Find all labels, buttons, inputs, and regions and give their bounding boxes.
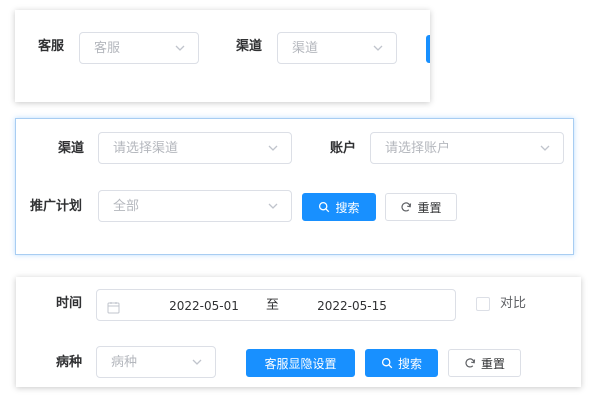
refresh-icon: [401, 202, 412, 212]
search-button[interactable]: 搜索: [365, 349, 438, 377]
filter-panel-2: 渠道 请选择渠道 账户 请选择账户 推广计划 全部 搜索 重置: [15, 118, 574, 255]
search-button[interactable]: 搜索: [302, 193, 376, 221]
channel-label: 渠道: [236, 39, 263, 54]
refresh-icon: [465, 358, 476, 368]
compare-checkbox[interactable]: [476, 297, 490, 311]
channel-select-placeholder: 渠道: [292, 41, 319, 56]
disease-select[interactable]: 病种: [96, 346, 216, 378]
chevron-down-icon: [267, 200, 279, 212]
channel-label: 渠道: [58, 141, 85, 156]
search-icon: [319, 201, 330, 213]
reset-button[interactable]: 重置: [385, 193, 457, 221]
date-range-picker[interactable]: 2022-05-01 至 2022-05-15: [96, 289, 456, 321]
chevron-down-icon: [174, 42, 186, 54]
promotion-plan-value: 全部: [113, 199, 140, 214]
promotion-plan-label: 推广计划: [30, 199, 83, 214]
chevron-down-icon: [372, 42, 384, 54]
compare-label[interactable]: 对比: [500, 295, 526, 313]
filter-panel-1: 客服 客服 渠道 渠道: [15, 10, 430, 102]
account-label: 账户: [330, 141, 357, 156]
date-range-separator: 至: [266, 298, 280, 313]
date-end-input[interactable]: 2022-05-15: [307, 297, 397, 315]
reset-button[interactable]: 重置: [448, 349, 521, 377]
time-label: 时间: [56, 296, 83, 311]
service-label: 客服: [38, 39, 65, 54]
channel-select[interactable]: 请选择渠道: [98, 132, 292, 164]
service-visibility-settings-label: 客服显隐设置: [264, 356, 337, 371]
service-select-placeholder: 客服: [94, 41, 121, 56]
channel-select-placeholder: 请选择渠道: [113, 141, 179, 156]
search-button-label: 搜索: [335, 200, 360, 215]
date-start-input[interactable]: 2022-05-01: [159, 297, 249, 315]
calendar-icon: [107, 299, 120, 314]
chevron-down-icon: [539, 142, 551, 154]
filter-panel-3: 时间 2022-05-01 至 2022-05-15 对比 病种 病种 客服显隐…: [16, 277, 581, 387]
account-select-placeholder: 请选择账户: [385, 141, 451, 156]
service-visibility-settings-button[interactable]: 客服显隐设置: [246, 349, 355, 377]
reset-button-label: 重置: [480, 356, 505, 371]
channel-select[interactable]: 渠道: [277, 32, 397, 64]
account-select[interactable]: 请选择账户: [370, 132, 564, 164]
chevron-down-icon: [267, 142, 279, 154]
disease-label: 病种: [56, 355, 83, 370]
search-icon: [381, 357, 393, 369]
reset-button-label: 重置: [417, 200, 442, 215]
clipped-primary-button[interactable]: [426, 35, 430, 63]
promotion-plan-select[interactable]: 全部: [98, 190, 292, 222]
service-select[interactable]: 客服: [79, 32, 199, 64]
chevron-down-icon: [191, 356, 203, 368]
search-button-label: 搜索: [397, 356, 422, 371]
disease-select-placeholder: 病种: [111, 355, 138, 370]
